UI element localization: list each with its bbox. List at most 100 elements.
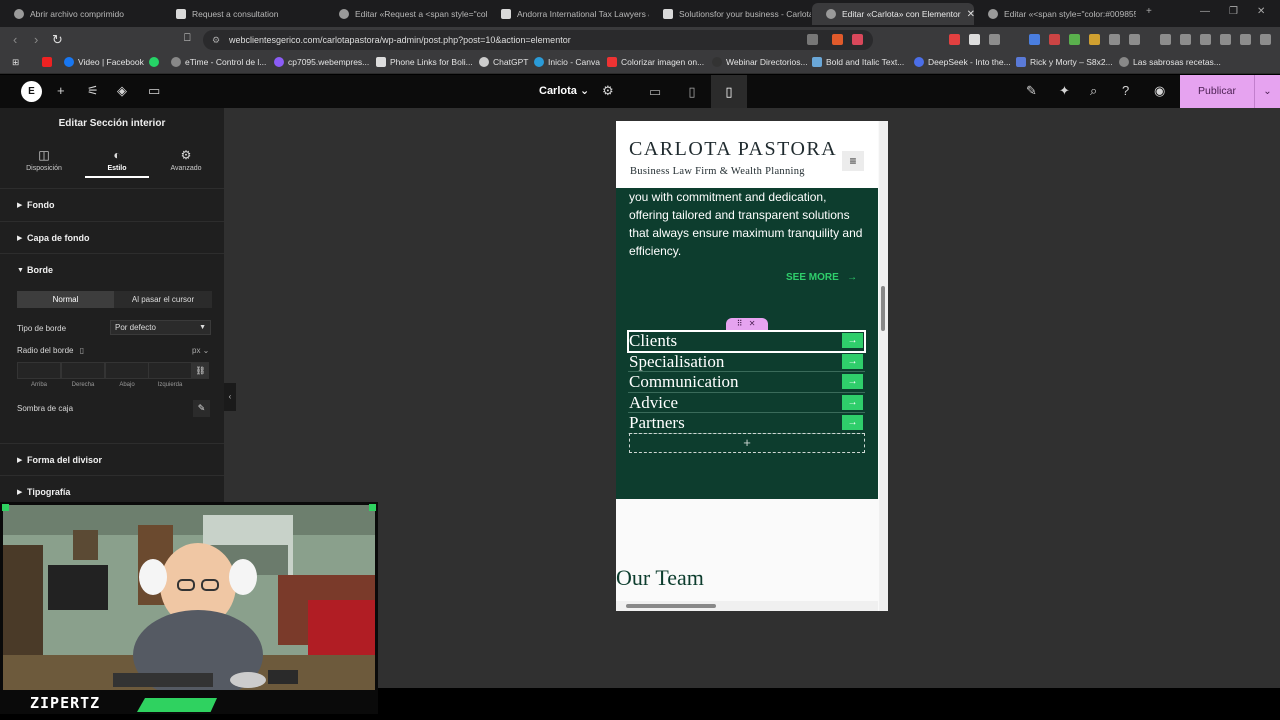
bookmark-webinar[interactable]: Webinar Directorios... — [712, 57, 808, 67]
minimize-icon[interactable]: — — [1200, 6, 1210, 17]
tab-editar-carlota[interactable]: Editar «Carlota» con Elementor ✕ — [812, 3, 974, 25]
bookmark-etime[interactable]: eTime - Control de l... — [171, 57, 266, 67]
bookmark-facebook[interactable]: Video | Facebook — [64, 57, 144, 67]
see-more-link[interactable]: SEE MORE → — [786, 272, 857, 283]
bookmark-colorizar[interactable]: Colorizar imagen on... — [607, 57, 704, 67]
bookmark-icon[interactable]: ⎕ — [184, 32, 191, 45]
bookmark-chatgpt[interactable]: ChatGPT — [479, 57, 528, 67]
preview-eye-icon[interactable]: ◉ — [1154, 83, 1165, 99]
site-settings-icon[interactable]: ⚟ — [87, 83, 99, 99]
section-handle[interactable]: ⠿ ✕ — [726, 318, 768, 330]
tab-abrir-archivo[interactable]: Abrir archivo comprimido — [0, 3, 162, 25]
list-item-clients[interactable]: Clients → — [627, 330, 866, 353]
extension-icon[interactable] — [949, 34, 960, 45]
responsive-mobile-icon[interactable]: ▯ — [80, 346, 84, 355]
site-logo-text[interactable]: CARLOTA PASTORA — [629, 138, 837, 161]
close-tab-icon[interactable]: ✕ — [967, 9, 974, 20]
bookmark-deepseek[interactable]: DeepSeek - Into the... — [914, 57, 1011, 67]
search-icon[interactable]: ⌕ — [1090, 83, 1097, 99]
radius-bottom-input[interactable] — [105, 362, 149, 379]
ai-sparkle-icon[interactable]: ✦ — [1059, 83, 1070, 99]
tab-andorra-tax[interactable]: Andorra International Tax Lawyers & — [487, 3, 649, 25]
edit-pencil-icon[interactable]: ✎ — [1026, 83, 1037, 99]
tab-avanzado[interactable]: ⚙ Avanzado — [154, 148, 218, 172]
site-info-icon[interactable]: ⚙ — [212, 30, 220, 50]
share-icon[interactable] — [807, 34, 818, 45]
state-normal-tab[interactable]: Normal — [17, 291, 114, 308]
list-item-specialisation[interactable]: Specialisation → — [628, 352, 865, 372]
rewards-icon[interactable] — [852, 34, 863, 45]
wallet-icon[interactable] — [1200, 34, 1211, 45]
drag-handle-icon[interactable]: ⠿ — [737, 319, 745, 328]
tab-editar-request[interactable]: Editar «Request a <span style="colo — [325, 3, 487, 25]
scroll-thumb[interactable] — [881, 286, 885, 331]
edit-pencil-icon[interactable]: ✎ — [193, 400, 210, 417]
media-icon[interactable] — [1160, 34, 1171, 45]
structure-layers-icon[interactable]: ◈ — [117, 83, 127, 99]
desktop-view-icon[interactable]: ▭ — [637, 75, 673, 108]
bookmark-cp7095[interactable]: cp7095.webempres... — [274, 57, 369, 67]
arrow-right-icon[interactable]: → — [842, 394, 863, 410]
extension-icon[interactable] — [1049, 34, 1060, 45]
border-type-select[interactable]: Por defecto ▼ — [110, 320, 211, 335]
page-settings-icon[interactable]: ⚙ — [602, 83, 614, 99]
extension-icon[interactable] — [1129, 34, 1140, 45]
section-fondo[interactable]: ▶ Fondo — [0, 188, 224, 221]
menu-icon[interactable] — [1260, 34, 1271, 45]
extensions-puzzle-icon[interactable] — [1109, 34, 1120, 45]
link-values-icon[interactable]: ⛓ — [192, 362, 209, 379]
extension-icon[interactable] — [989, 34, 1000, 45]
leo-icon[interactable] — [1220, 34, 1231, 45]
state-hover-tab[interactable]: Al pasar el cursor — [114, 291, 212, 308]
scroll-thumb[interactable] — [626, 604, 716, 608]
tab-solutions[interactable]: Solutionsfor your business - Carlota — [649, 3, 811, 25]
radius-top-input[interactable] — [17, 362, 61, 379]
horizontal-scrollbar[interactable] — [616, 601, 878, 611]
elementor-logo-icon[interactable]: E — [21, 81, 42, 102]
add-element-icon[interactable]: + — [57, 83, 65, 98]
collapse-panel-icon[interactable]: ‹ — [224, 383, 236, 411]
help-icon[interactable]: ? — [1122, 83, 1129, 98]
hamburger-menu-icon[interactable]: ≡ — [842, 151, 864, 171]
list-item-partners[interactable]: Partners → — [628, 413, 865, 434]
tab-disposicion[interactable]: ◫ Disposición — [12, 148, 76, 172]
arrow-right-icon[interactable]: → — [842, 333, 863, 348]
bookmark-bold-italic[interactable]: Bold and Italic Text... — [812, 57, 904, 67]
close-window-icon[interactable]: ✕ — [1257, 6, 1265, 17]
radius-right-input[interactable] — [61, 362, 105, 379]
unit-selector[interactable]: px ⌄ — [192, 346, 209, 355]
back-icon[interactable]: ‹ — [13, 32, 17, 47]
sidebar-icon[interactable] — [1180, 34, 1191, 45]
tab-editar-span[interactable]: Editar «<span style="color:#009855 — [974, 3, 1136, 25]
youtube-icon[interactable] — [42, 57, 52, 67]
mobile-view-icon[interactable]: ▯ — [711, 75, 747, 108]
close-icon[interactable]: ✕ — [749, 319, 758, 328]
section-forma-divisor[interactable]: ▶ Forma del divisor — [0, 443, 224, 476]
tablet-view-icon[interactable]: ▯ — [674, 75, 710, 108]
section-borde[interactable]: ▼ Borde — [0, 253, 224, 286]
bookmark-phone-links[interactable]: Phone Links for Boli... — [376, 57, 473, 67]
radius-left-input[interactable] — [148, 362, 192, 379]
apps-grid-icon[interactable]: ⊞ — [12, 57, 19, 68]
tab-request-consultation[interactable]: Request a consultation — [162, 3, 324, 25]
extension-icon[interactable] — [1069, 34, 1080, 45]
notes-icon[interactable]: ▭ — [148, 83, 160, 99]
arrow-right-icon[interactable]: → — [842, 353, 863, 369]
publish-button[interactable]: Publicar — [1180, 75, 1254, 108]
section-capa-fondo[interactable]: ▶ Capa de fondo — [0, 221, 224, 254]
extension-icon[interactable] — [1089, 34, 1100, 45]
list-item-advice[interactable]: Advice → — [628, 393, 865, 413]
bookmark-recetas[interactable]: Las sabrosas recetas... — [1119, 57, 1221, 67]
forward-icon[interactable]: › — [34, 32, 38, 47]
arrow-right-icon[interactable]: → — [842, 415, 863, 430]
vertical-scrollbar[interactable] — [879, 121, 888, 611]
bookmark-canva[interactable]: Inicio - Canva — [534, 57, 600, 67]
new-tab-button[interactable]: + — [1146, 6, 1152, 17]
url-input[interactable]: ⚙ webclientesgerico.com/carlotapastora/w… — [203, 30, 873, 50]
extension-icon[interactable] — [969, 34, 980, 45]
brave-shield-icon[interactable] — [832, 34, 843, 45]
restore-icon[interactable]: ❐ — [1229, 6, 1238, 17]
vpn-icon[interactable] — [1240, 34, 1251, 45]
bookmark-rick-morty[interactable]: Rick y Morty – S8x2... — [1016, 57, 1113, 67]
tab-estilo[interactable]: ◐ Estilo — [85, 148, 149, 172]
